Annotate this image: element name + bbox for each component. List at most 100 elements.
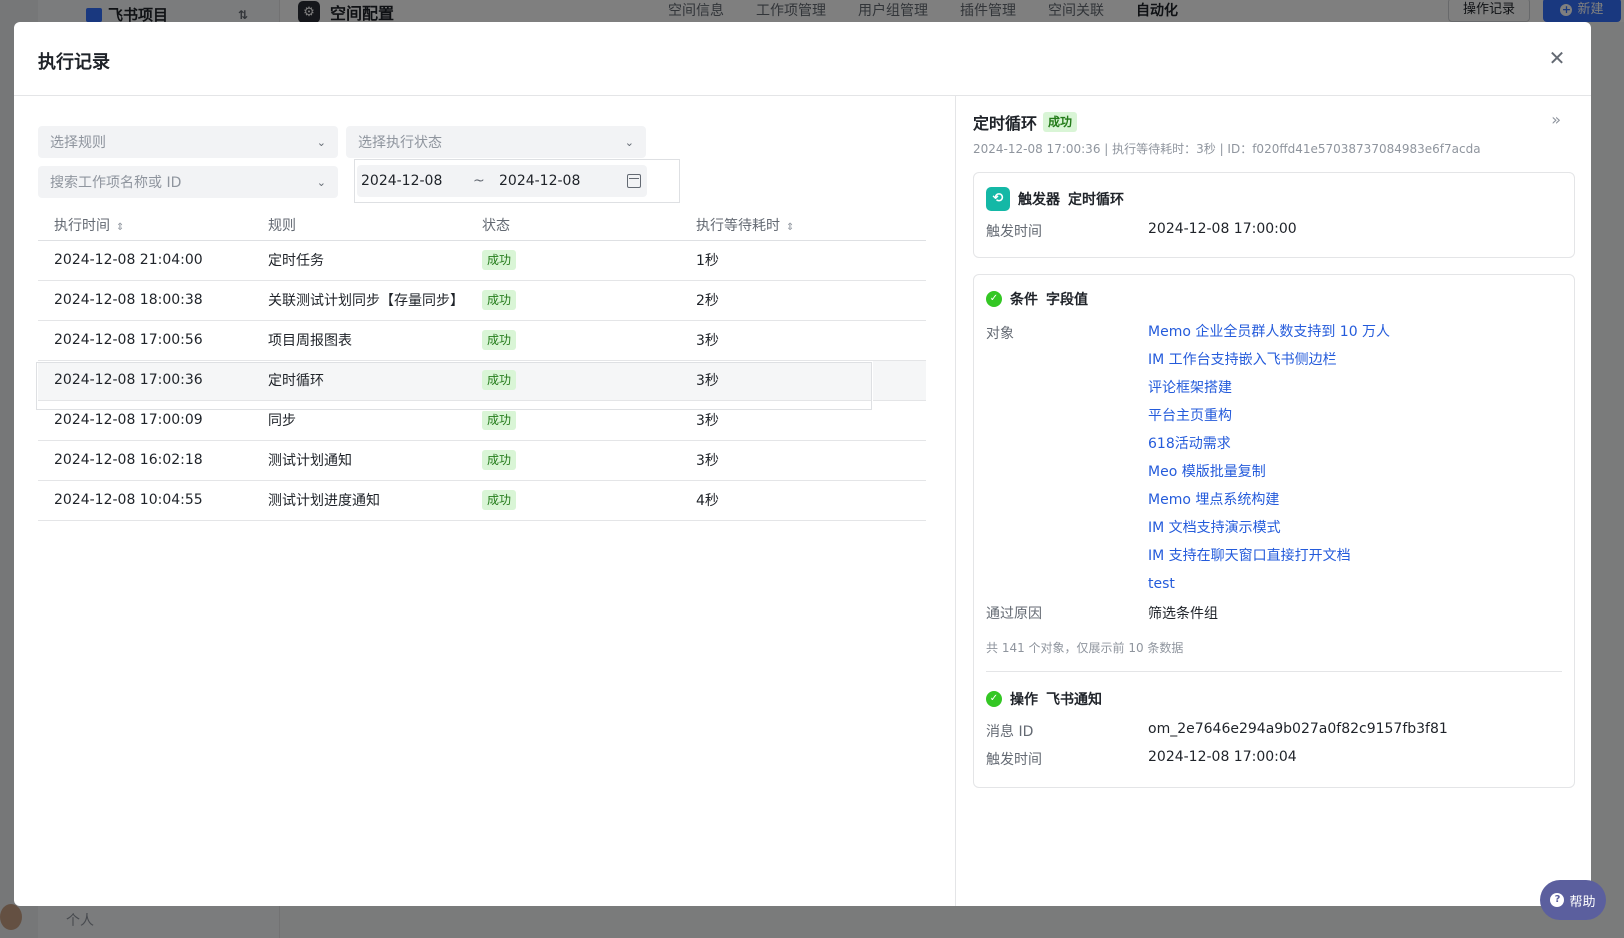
modal-header: 执行记录 ✕	[14, 22, 1591, 96]
rule-select[interactable]: 选择规则 ⌄	[38, 126, 338, 158]
trigger-time-value: 2024-12-08 17:00:00	[1148, 221, 1297, 237]
workitem-search-select[interactable]: 搜索工作项名称或 ID ⌄	[38, 166, 338, 198]
calendar-icon[interactable]	[627, 174, 641, 188]
row-wait: 1秒	[680, 240, 926, 281]
row-time: 2024-12-08 17:00:56	[38, 320, 252, 361]
clock-icon: ⟲	[986, 187, 1010, 211]
table-row[interactable]: 2024-12-08 16:02:18 测试计划通知 成功 3秒	[38, 440, 926, 481]
execution-record-modal: 执行记录 ✕ 选择规则 ⌄ 选择执行状态 ⌄ 搜索工作项名称或 ID ⌄ 202…	[14, 22, 1591, 906]
row-wait: 3秒	[680, 320, 926, 361]
table-row[interactable]: 2024-12-08 10:04:55 测试计划进度通知 成功 4秒	[38, 480, 926, 521]
record-list-panel: 选择规则 ⌄ 选择执行状态 ⌄ 搜索工作项名称或 ID ⌄ 2024-12-08…	[14, 96, 956, 906]
row-time: 2024-12-08 10:04:55	[38, 480, 252, 521]
status-badge: 成功	[482, 490, 517, 510]
row-time: 2024-12-08 17:00:36	[38, 360, 252, 401]
row-status: 成功	[466, 440, 680, 481]
row-wait: 4秒	[680, 480, 926, 521]
col-rule-label: 规则	[268, 217, 296, 234]
col-status-label: 状态	[482, 217, 510, 234]
objects-list: Memo 企业全员群人数支持到 10 万人 IM 工作台支持嵌入飞书侧边栏 评论…	[1148, 323, 1390, 603]
message-id-key: 消息 ID	[986, 724, 1034, 740]
detail-title-text: 定时循环	[973, 114, 1038, 133]
table-row-selected[interactable]: 2024-12-08 17:00:36 定时循环 成功 3秒	[38, 360, 926, 401]
detail-title: 定时循环 成功	[973, 110, 1078, 134]
col-exec-time-label: 执行时间	[54, 217, 110, 234]
chevron-down-icon: ⌄	[316, 135, 326, 149]
records-table: 执行时间 ⇕ 规则 状态 执行等待耗时 ⇕ 2024-12-08 21:04:00 …	[38, 210, 926, 521]
row-rule: 项目周报图表	[252, 320, 466, 361]
row-rule: 定时任务	[252, 240, 466, 281]
close-icon[interactable]: ✕	[1545, 46, 1569, 70]
row-status: 成功	[466, 400, 680, 441]
status-badge: 成功	[482, 450, 517, 470]
row-rule: 同步	[252, 400, 466, 441]
action-time-row: 触发时间 2024-12-08 17:00:04	[986, 749, 1297, 769]
col-exec-time[interactable]: 执行时间 ⇕	[38, 210, 252, 241]
question-icon: ?	[1550, 893, 1565, 907]
row-time: 2024-12-08 16:02:18	[38, 440, 252, 481]
object-link[interactable]: IM 支持在聊天窗口直接打开文档	[1148, 547, 1390, 575]
reason-link[interactable]: 筛选条件组	[1148, 603, 1218, 623]
divider	[986, 671, 1562, 672]
row-wait: 2秒	[680, 280, 926, 321]
double-chevron-right-icon[interactable]: »	[1551, 110, 1561, 129]
col-rule: 规则	[252, 210, 466, 241]
detail-meta: 2024-12-08 17:00:36 | 执行等待耗时：3秒 | ID：f02…	[973, 142, 1481, 156]
status-select[interactable]: 选择执行状态 ⌄	[346, 126, 646, 158]
reason-row: 通过原因 筛选条件组	[986, 603, 1218, 623]
row-rule: 测试计划进度通知	[252, 480, 466, 521]
sort-icon[interactable]: ⇕	[786, 222, 794, 233]
status-badge: 成功	[482, 370, 517, 390]
date-range-picker[interactable]: 2024-12-08 ~ 2024-12-08	[354, 159, 680, 203]
status-badge: 成功	[482, 290, 517, 310]
row-wait: 3秒	[680, 360, 926, 401]
message-id-row: 消息 ID om_2e7646e294a9b027a0f82c9157fb3f8…	[986, 721, 1448, 741]
date-to-input[interactable]: 2024-12-08	[499, 173, 627, 189]
object-link[interactable]: test	[1148, 575, 1390, 603]
object-link[interactable]: 618活动需求	[1148, 435, 1390, 463]
object-link[interactable]: IM 文档支持演示模式	[1148, 519, 1390, 547]
modal-title: 执行记录	[38, 52, 110, 73]
object-count-note: 共 141 个对象，仅展示前 10 条数据	[986, 641, 1184, 655]
object-link[interactable]: Meo 模版批量复制	[1148, 463, 1390, 491]
row-wait: 3秒	[680, 440, 926, 481]
action-time-value: 2024-12-08 17:00:04	[1148, 749, 1297, 765]
row-time: 2024-12-08 18:00:38	[38, 280, 252, 321]
trigger-card-header: ⟲ 触发器 定时循环	[986, 187, 1124, 211]
table-row[interactable]: 2024-12-08 17:00:09 同步 成功 3秒	[38, 400, 926, 441]
status-badge: 成功	[482, 330, 517, 350]
trigger-time-row: 触发时间 2024-12-08 17:00:00	[986, 221, 1297, 241]
date-separator: ~	[473, 173, 485, 189]
status-badge: 成功	[482, 410, 517, 430]
table-row[interactable]: 2024-12-08 17:00:56 项目周报图表 成功 3秒	[38, 320, 926, 361]
row-status: 成功	[466, 320, 680, 361]
object-link[interactable]: Memo 企业全员群人数支持到 10 万人	[1148, 323, 1390, 351]
object-link[interactable]: 平台主页重构	[1148, 407, 1390, 435]
objects-key: 对象	[986, 326, 1014, 342]
table-row[interactable]: 2024-12-08 21:04:00 定时任务 成功 1秒	[38, 240, 926, 281]
message-id-value: om_2e7646e294a9b027a0f82c9157fb3f81	[1148, 721, 1448, 737]
row-status: 成功	[466, 360, 680, 401]
help-button[interactable]: ? 帮助	[1540, 880, 1606, 920]
row-status: 成功	[466, 480, 680, 521]
row-rule: 测试计划通知	[252, 440, 466, 481]
col-wait[interactable]: 执行等待耗时 ⇕	[680, 210, 926, 241]
table-row[interactable]: 2024-12-08 18:00:38 关联测试计划同步【存量同步】 成功 2秒	[38, 280, 926, 321]
row-wait: 3秒	[680, 400, 926, 441]
col-status: 状态	[466, 210, 680, 241]
object-link[interactable]: 评论框架搭建	[1148, 379, 1390, 407]
object-link[interactable]: IM 工作台支持嵌入飞书侧边栏	[1148, 351, 1390, 379]
chevron-down-icon: ⌄	[316, 175, 326, 189]
sort-icon[interactable]: ⇕	[116, 222, 124, 233]
object-link[interactable]: Memo 埋点系统构建	[1148, 491, 1390, 519]
status-badge: 成功	[1043, 112, 1078, 132]
action-time-key: 触发时间	[986, 752, 1042, 768]
row-rule: 定时循环	[252, 360, 466, 401]
action-name: 飞书通知	[1046, 692, 1102, 708]
col-wait-label: 执行等待耗时	[696, 217, 780, 234]
row-rule: 关联测试计划同步【存量同步】	[252, 280, 466, 321]
help-label: 帮助	[1569, 894, 1596, 910]
check-circle-icon: ✓	[986, 691, 1002, 707]
condition-label: 条件	[1010, 292, 1038, 308]
date-from-input[interactable]: 2024-12-08	[361, 173, 473, 189]
